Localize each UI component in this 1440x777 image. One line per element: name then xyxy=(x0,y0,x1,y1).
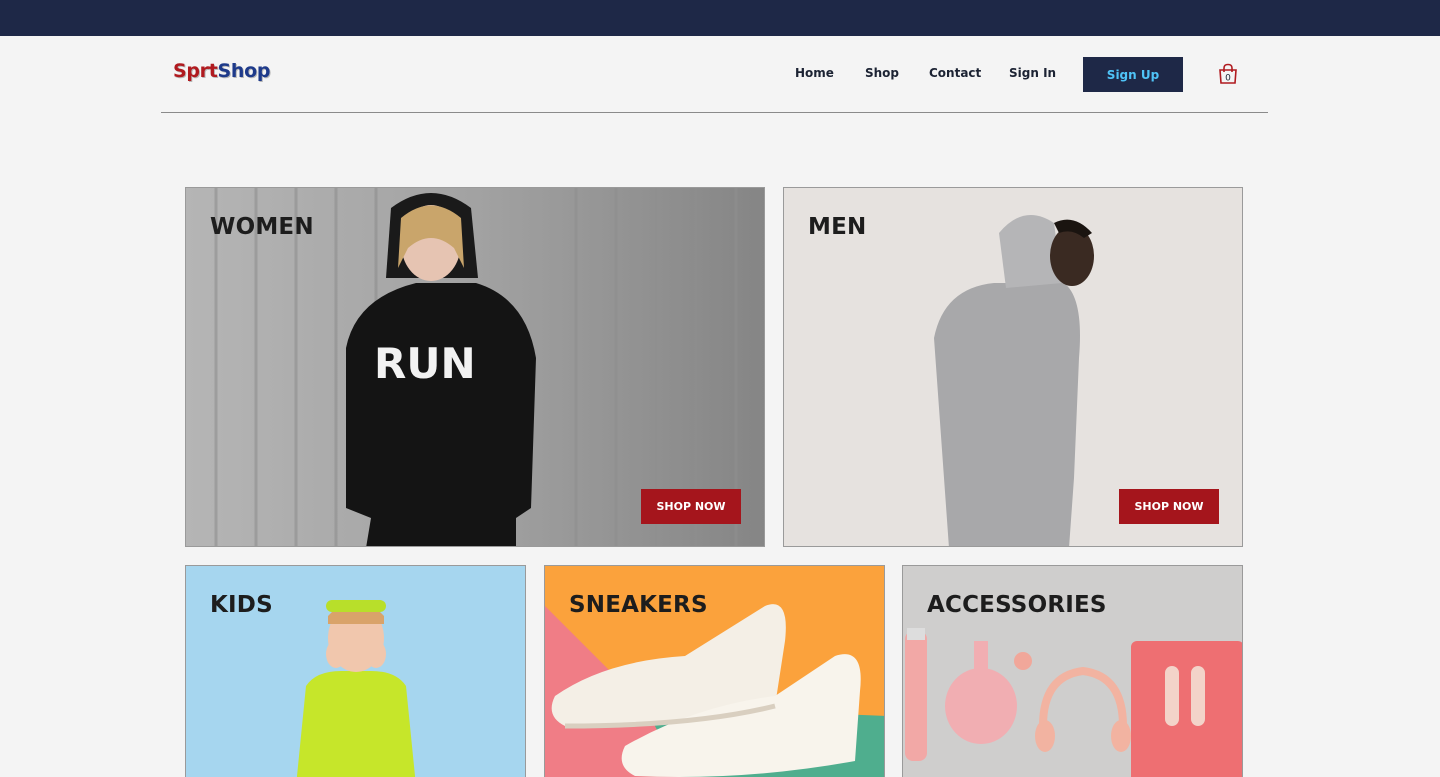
shop-now-women-button[interactable]: SHOP NOW xyxy=(641,489,741,524)
category-card-men[interactable]: MEN SHOP NOW xyxy=(783,187,1243,547)
cart-button[interactable]: 0 xyxy=(1217,63,1239,85)
category-title-men: MEN xyxy=(808,214,867,240)
category-title-sneakers: SNEAKERS xyxy=(569,592,708,618)
shop-now-men-button[interactable]: SHOP NOW xyxy=(1119,489,1219,524)
category-card-accessories[interactable]: ACCESSORIES xyxy=(902,565,1243,777)
header-divider xyxy=(161,112,1268,113)
category-card-women[interactable]: RUN WOMEN SHOP NOW xyxy=(185,187,765,547)
top-banner xyxy=(0,0,1440,36)
brand-logo[interactable]: SprtShop xyxy=(173,60,271,82)
category-card-sneakers[interactable]: SNEAKERS xyxy=(544,565,885,777)
nav-sign-in[interactable]: Sign In xyxy=(1009,66,1056,80)
brand-logo-part2: Shop xyxy=(217,60,271,82)
category-card-kids[interactable]: KIDS xyxy=(185,565,526,777)
sign-up-button[interactable]: Sign Up xyxy=(1083,57,1183,92)
category-title-kids: KIDS xyxy=(210,592,273,618)
nav-home[interactable]: Home xyxy=(795,66,834,80)
shopping-bag-icon: 0 xyxy=(1219,63,1237,84)
cart-count: 0 xyxy=(1225,74,1231,84)
svg-text:RUN: RUN xyxy=(374,339,476,388)
category-title-women: WOMEN xyxy=(210,214,314,240)
category-title-accessories: ACCESSORIES xyxy=(927,592,1107,618)
brand-logo-part1: Sprt xyxy=(173,60,218,82)
nav-contact[interactable]: Contact xyxy=(929,66,981,80)
nav-shop[interactable]: Shop xyxy=(865,66,899,80)
